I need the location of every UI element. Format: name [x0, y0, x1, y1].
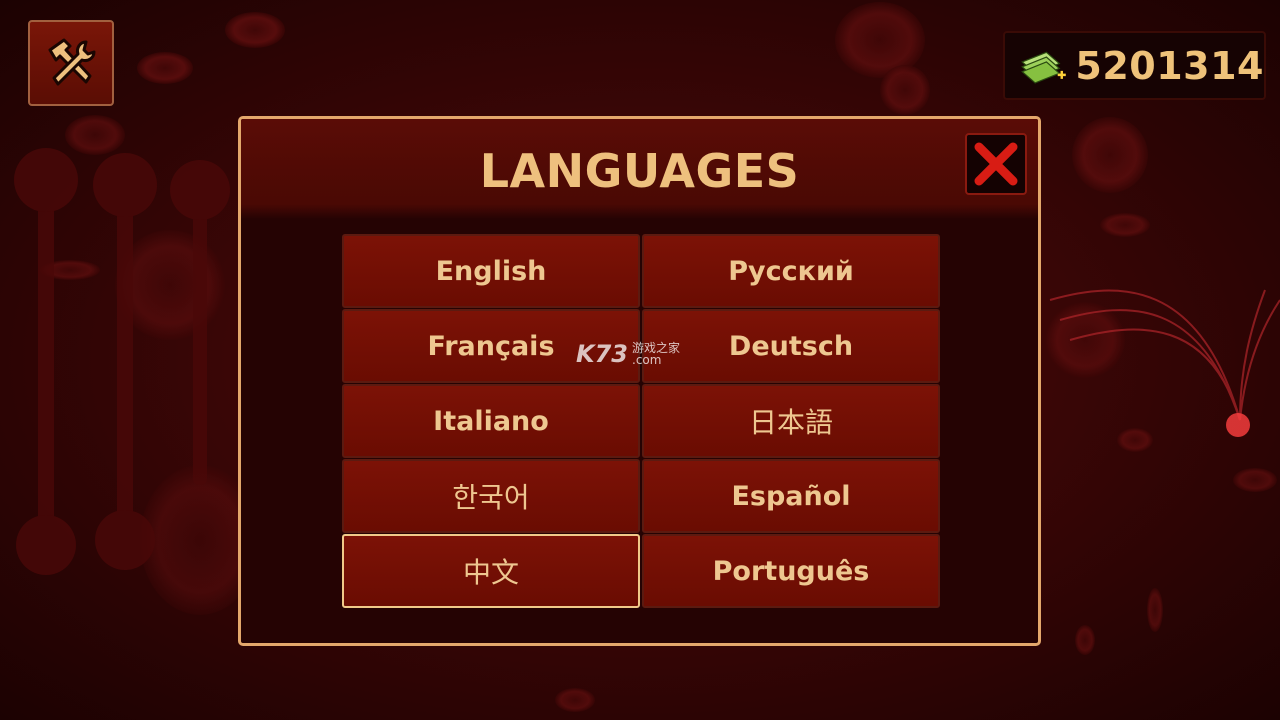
tools-button[interactable] — [28, 20, 114, 106]
language-option-italian[interactable]: Italiano — [342, 384, 640, 458]
cash-plus-icon — [1021, 51, 1066, 84]
hammer-wrench-icon — [48, 38, 96, 86]
watermark: K73 游戏之家 .com — [576, 340, 680, 368]
watermark-logo: K73 — [576, 340, 628, 368]
close-x-icon — [974, 142, 1018, 186]
money-counter[interactable]: 5201314 — [1003, 31, 1266, 100]
language-option-spanish[interactable]: Español — [642, 459, 940, 533]
close-button[interactable] — [965, 133, 1027, 195]
dialog-title: LANGUAGES — [479, 144, 800, 198]
language-option-german[interactable]: Deutsch — [642, 309, 940, 383]
languages-dialog: LANGUAGES English Русский Français Deuts… — [238, 116, 1041, 646]
language-option-chinese[interactable]: 中文 — [342, 534, 640, 608]
language-option-russian[interactable]: Русский — [642, 234, 940, 308]
language-option-japanese[interactable]: 日本語 — [642, 384, 940, 458]
language-option-korean[interactable]: 한국어 — [342, 459, 640, 533]
language-option-portuguese[interactable]: Português — [642, 534, 940, 608]
watermark-line2: .com — [632, 353, 662, 367]
language-option-english[interactable]: English — [342, 234, 640, 308]
money-value: 5201314 — [1075, 43, 1264, 88]
